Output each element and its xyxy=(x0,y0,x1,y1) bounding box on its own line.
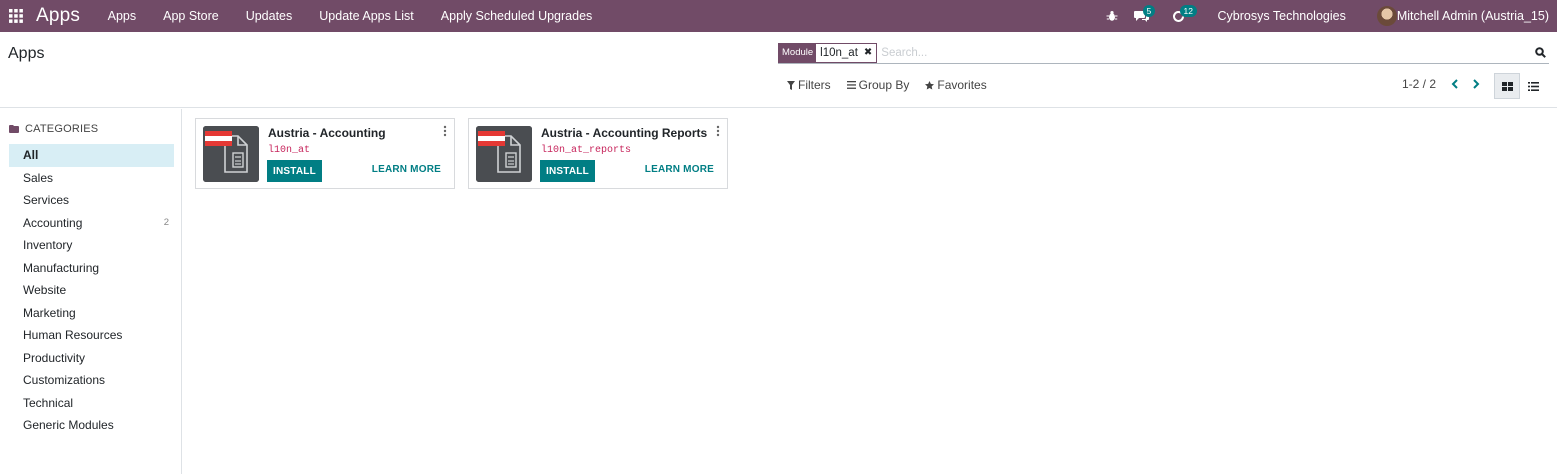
app-card-l10n-at[interactable]: Austria - Accounting l10n_at INSTALL LEA… xyxy=(195,118,455,189)
top-navbar: Apps Apps App Store Updates Update Apps … xyxy=(0,0,1557,32)
category-sales[interactable]: Sales xyxy=(9,167,174,190)
menu-apps[interactable]: Apps xyxy=(108,9,137,23)
app-technical-name: l10n_at_reports xyxy=(541,145,632,156)
group-by-icon xyxy=(846,81,856,89)
app-technical-name: l10n_at xyxy=(268,145,311,156)
messages-badge: 5 xyxy=(1142,5,1156,17)
search-facet: Module l10n_at ✖ xyxy=(778,42,878,63)
category-label: Technical xyxy=(23,395,74,410)
facet-label: Module xyxy=(779,43,817,62)
category-label: Productivity xyxy=(23,350,86,365)
category-productivity[interactable]: Productivity xyxy=(9,347,174,370)
category-all[interactable]: All xyxy=(9,144,174,167)
category-manufacturing[interactable]: Manufacturing xyxy=(9,257,174,280)
category-label: Inventory xyxy=(23,238,73,253)
systray: 5 12 Cybrosys Technologies Mitchell Admi… xyxy=(1097,0,1557,32)
page-title: Apps xyxy=(8,45,45,62)
bug-icon[interactable] xyxy=(1100,0,1124,32)
categories-heading: CATEGORIES xyxy=(9,123,98,135)
category-inventory[interactable]: Inventory xyxy=(9,234,174,257)
filter-icon xyxy=(787,80,795,90)
filters-label: Filters xyxy=(798,78,831,92)
group-by-label: Group By xyxy=(858,78,910,92)
category-label: All xyxy=(23,148,39,163)
kebab-menu-icon[interactable] xyxy=(715,125,721,137)
list-view-icon[interactable] xyxy=(1520,73,1546,99)
app-module-icon xyxy=(476,126,532,182)
favorites-button[interactable]: Favorites xyxy=(925,78,987,92)
category-marketing[interactable]: Marketing xyxy=(9,302,174,325)
category-accounting[interactable]: Accounting 2 xyxy=(9,212,174,235)
avatar xyxy=(1376,6,1397,26)
folder-icon xyxy=(9,125,19,133)
category-human-resources[interactable]: Human Resources xyxy=(9,324,174,347)
learn-more-link[interactable]: LEARN MORE xyxy=(645,164,714,175)
pager: 1-2 / 2 xyxy=(1402,77,1486,91)
filters-button[interactable]: Filters xyxy=(787,78,831,92)
kebab-menu-icon[interactable] xyxy=(442,125,448,137)
menu-apply-scheduled-upgrades[interactable]: Apply Scheduled Upgrades xyxy=(441,9,593,23)
category-customizations[interactable]: Customizations xyxy=(9,369,174,392)
chat-icon[interactable]: 5 xyxy=(1130,0,1156,32)
app-title: Austria - Accounting xyxy=(268,126,386,140)
activity-clock-icon[interactable]: 12 xyxy=(1167,0,1197,32)
app-title: Austria - Accounting Reports xyxy=(541,126,708,140)
kanban-view-icon[interactable] xyxy=(1494,73,1520,99)
star-icon xyxy=(925,80,935,90)
user-menu[interactable]: Mitchell Admin (Austria_15) xyxy=(1376,6,1549,26)
category-label: Marketing xyxy=(23,305,76,320)
learn-more-link[interactable]: LEARN MORE xyxy=(372,164,441,175)
category-generic-modules[interactable]: Generic Modules xyxy=(9,414,174,437)
category-label: Sales xyxy=(23,170,54,185)
category-label: Services xyxy=(23,193,70,208)
search-bar: Module l10n_at ✖ xyxy=(778,42,1549,64)
search-icon[interactable] xyxy=(1531,47,1549,58)
category-label: Human Resources xyxy=(23,328,123,343)
search-input[interactable] xyxy=(881,46,1531,59)
category-label: Manufacturing xyxy=(23,260,100,275)
category-label: Accounting xyxy=(23,215,83,230)
category-services[interactable]: Services xyxy=(9,189,174,212)
search-options: Filters Group By Favorites xyxy=(787,78,1003,92)
category-label: Customizations xyxy=(23,373,106,388)
control-panel: Apps Module l10n_at ✖ Filters Group By F… xyxy=(0,32,1557,108)
category-list: All Sales Services Accounting 2 Inventory… xyxy=(9,144,174,437)
pager-value[interactable]: 1-2 / 2 xyxy=(1402,77,1436,91)
menu-app-store[interactable]: App Store xyxy=(163,9,219,23)
category-count: 2 xyxy=(163,217,169,229)
facet-value: l10n_at ✖ xyxy=(816,43,877,62)
user-name: Mitchell Admin (Austria_15) xyxy=(1396,9,1549,23)
company-switcher[interactable]: Cybrosys Technologies xyxy=(1218,9,1346,23)
categories-sidebar: CATEGORIES All Sales Services Accounting… xyxy=(0,109,182,474)
activities-badge: 12 xyxy=(1179,5,1197,17)
category-website[interactable]: Website xyxy=(9,279,174,302)
category-label: Website xyxy=(23,283,67,298)
app-card-l10n-at-reports[interactable]: Austria - Accounting Reports l10n_at_rep… xyxy=(468,118,728,189)
chevron-left-icon[interactable] xyxy=(1444,79,1464,89)
app-module-icon xyxy=(203,126,259,182)
facet-value-text: l10n_at xyxy=(820,46,858,59)
category-label: Generic Modules xyxy=(23,418,114,433)
view-switcher xyxy=(1494,73,1546,99)
menu-update-apps-list[interactable]: Update Apps List xyxy=(319,9,414,23)
install-button[interactable]: INSTALL xyxy=(540,160,595,182)
app-brand[interactable]: Apps xyxy=(36,5,80,27)
remove-facet-icon[interactable]: ✖ xyxy=(864,47,872,58)
favorites-label: Favorites xyxy=(937,78,987,92)
menu-updates[interactable]: Updates xyxy=(246,9,293,23)
categories-heading-label: CATEGORIES xyxy=(25,123,99,135)
category-technical[interactable]: Technical xyxy=(9,392,174,415)
group-by-button[interactable]: Group By xyxy=(846,78,910,92)
chevron-right-icon[interactable] xyxy=(1466,79,1486,89)
install-button[interactable]: INSTALL xyxy=(267,160,322,182)
apps-grid-icon[interactable] xyxy=(0,0,32,32)
